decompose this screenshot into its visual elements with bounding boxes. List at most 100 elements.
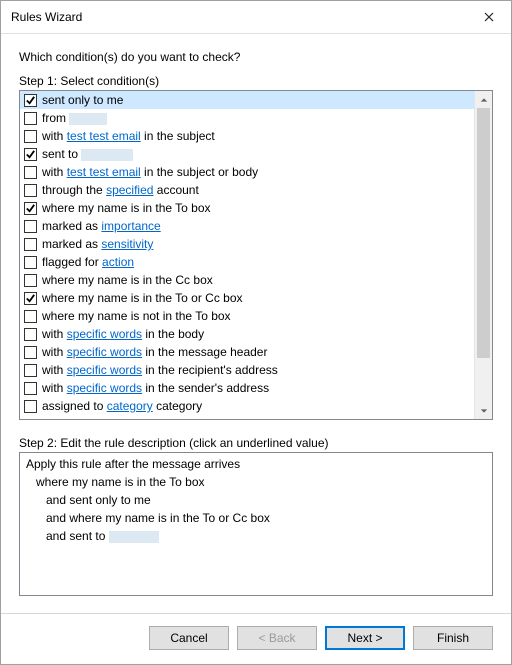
text-fragment: where my name is not in the To box — [42, 309, 231, 323]
text-fragment: where my name is in the Cc box — [42, 273, 213, 287]
text-fragment: with — [42, 363, 67, 377]
condition-row[interactable]: where my name is not in the To box — [20, 307, 474, 325]
condition-checkbox[interactable] — [24, 382, 37, 395]
text-fragment: with — [42, 345, 67, 359]
description-line: and sent only to me — [26, 491, 486, 509]
cancel-button[interactable]: Cancel — [149, 626, 229, 650]
condition-checkbox[interactable] — [24, 310, 37, 323]
text-fragment: with — [42, 129, 67, 143]
text-fragment: through the — [42, 183, 106, 197]
condition-row[interactable]: with specific words in the message heade… — [20, 343, 474, 361]
editable-value-link[interactable]: action — [102, 255, 134, 269]
wizard-question: Which condition(s) do you want to check? — [19, 50, 493, 64]
condition-text: with specific words in the body — [42, 327, 204, 341]
editable-value-link[interactable]: specific words — [67, 381, 142, 395]
condition-row[interactable]: marked as importance — [20, 217, 474, 235]
condition-checkbox[interactable] — [24, 94, 37, 107]
text-fragment: in the subject or body — [141, 165, 258, 179]
close-icon — [484, 12, 494, 22]
condition-row[interactable]: sent to — [20, 145, 474, 163]
condition-checkbox[interactable] — [24, 202, 37, 215]
close-button[interactable] — [466, 1, 511, 33]
editable-value-link[interactable]: test test email — [67, 165, 141, 179]
scrollbar[interactable] — [474, 91, 492, 419]
condition-checkbox[interactable] — [24, 148, 37, 161]
condition-row[interactable]: sent only to me — [20, 91, 474, 109]
next-button[interactable]: Next > — [325, 626, 405, 650]
text-fragment: with — [42, 381, 67, 395]
titlebar: Rules Wizard — [1, 1, 511, 34]
condition-text: with test test email in the subject — [42, 129, 215, 143]
condition-checkbox[interactable] — [24, 130, 37, 143]
condition-text: where my name is in the Cc box — [42, 273, 213, 287]
condition-row[interactable]: marked as sensitivity — [20, 235, 474, 253]
back-button[interactable]: < Back — [237, 626, 317, 650]
finish-button[interactable]: Finish — [413, 626, 493, 650]
editable-value-link[interactable]: category — [107, 399, 153, 413]
redacted-value[interactable] — [69, 113, 107, 125]
condition-text: marked as importance — [42, 219, 161, 233]
check-icon — [25, 293, 36, 304]
condition-row[interactable]: with test test email in the subject or b… — [20, 163, 474, 181]
editable-value-link[interactable]: specific words — [67, 363, 142, 377]
condition-row[interactable]: flagged for action — [20, 253, 474, 271]
condition-checkbox[interactable] — [24, 238, 37, 251]
condition-checkbox[interactable] — [24, 166, 37, 179]
text-fragment: category — [153, 399, 202, 413]
condition-row[interactable]: with specific words in the sender's addr… — [20, 379, 474, 397]
description-line: and where my name is in the To or Cc box — [26, 509, 486, 527]
redacted-value[interactable] — [109, 531, 159, 543]
condition-checkbox[interactable] — [24, 400, 37, 413]
condition-row[interactable]: where my name is in the To or Cc box — [20, 289, 474, 307]
step2-label: Step 2: Edit the rule description (click… — [19, 436, 493, 450]
condition-checkbox[interactable] — [24, 364, 37, 377]
editable-value-link[interactable]: specific words — [67, 327, 142, 341]
editable-value-link[interactable]: test test email — [67, 129, 141, 143]
text-fragment: Apply this rule after the message arrive… — [26, 457, 240, 471]
condition-text: assigned to category category — [42, 399, 202, 413]
condition-row[interactable]: with specific words in the body — [20, 325, 474, 343]
condition-text: with specific words in the recipient's a… — [42, 363, 278, 377]
condition-row[interactable]: with specific words in the recipient's a… — [20, 361, 474, 379]
editable-value-link[interactable]: specified — [106, 183, 153, 197]
condition-checkbox[interactable] — [24, 256, 37, 269]
condition-row[interactable]: where my name is in the To box — [20, 199, 474, 217]
condition-checkbox[interactable] — [24, 184, 37, 197]
condition-checkbox[interactable] — [24, 220, 37, 233]
condition-row[interactable]: through the specified account — [20, 181, 474, 199]
condition-checkbox[interactable] — [24, 346, 37, 359]
content-area: Which condition(s) do you want to check?… — [1, 34, 511, 613]
condition-text: flagged for action — [42, 255, 134, 269]
condition-text: sent only to me — [42, 93, 123, 107]
editable-value-link[interactable]: importance — [101, 219, 160, 233]
condition-checkbox[interactable] — [24, 328, 37, 341]
scroll-up-button[interactable] — [475, 91, 492, 108]
condition-text: where my name is in the To or Cc box — [42, 291, 243, 305]
rules-wizard-window: Rules Wizard Which condition(s) do you w… — [0, 0, 512, 665]
editable-value-link[interactable]: specific words — [67, 345, 142, 359]
condition-row[interactable]: assigned to category category — [20, 397, 474, 415]
redacted-value[interactable] — [81, 149, 133, 161]
condition-row[interactable]: with test test email in the subject — [20, 127, 474, 145]
editable-value-link[interactable]: sensitivity — [101, 237, 153, 251]
conditions-list[interactable]: sent only to me from with test test email… — [20, 91, 474, 419]
text-fragment: where my name is in the To box — [36, 475, 205, 489]
condition-text: through the specified account — [42, 183, 199, 197]
condition-text: sent to — [42, 147, 133, 161]
condition-checkbox[interactable] — [24, 292, 37, 305]
scroll-thumb[interactable] — [477, 108, 490, 358]
condition-checkbox[interactable] — [24, 112, 37, 125]
condition-row[interactable]: from — [20, 109, 474, 127]
scroll-down-button[interactable] — [475, 402, 492, 419]
condition-row[interactable]: where my name is in the Cc box — [20, 271, 474, 289]
text-fragment: and sent only to me — [46, 493, 151, 507]
chevron-down-icon — [480, 407, 488, 415]
description-line: Apply this rule after the message arrive… — [26, 455, 486, 473]
condition-checkbox[interactable] — [24, 274, 37, 287]
text-fragment: in the message header — [142, 345, 267, 359]
check-icon — [25, 149, 36, 160]
footer-buttons: Cancel < Back Next > Finish — [1, 613, 511, 664]
chevron-up-icon — [480, 96, 488, 104]
condition-text: with specific words in the sender's addr… — [42, 381, 269, 395]
rule-description-box[interactable]: Apply this rule after the message arrive… — [19, 452, 493, 596]
